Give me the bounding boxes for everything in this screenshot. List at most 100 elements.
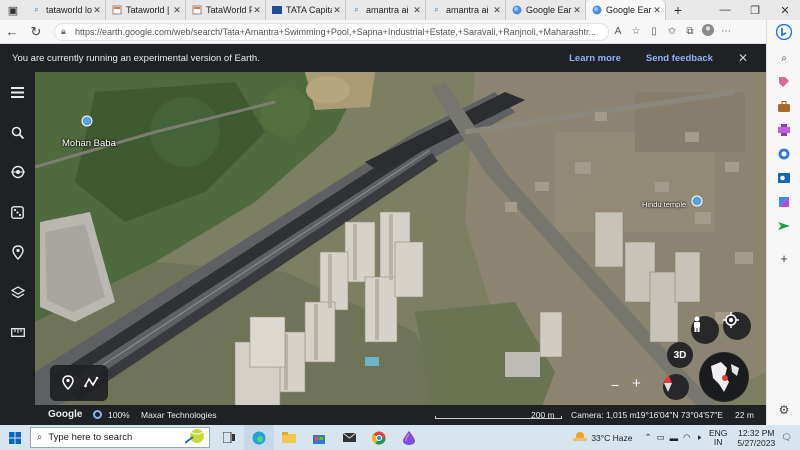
lock-icon[interactable]: 🔒︎: [61, 26, 75, 37]
place-label-mohan-baba[interactable]: Mohan Baba: [62, 138, 116, 149]
outlook-icon[interactable]: [774, 170, 794, 186]
tab-title: Tataworld |: [126, 5, 170, 15]
voyager-icon[interactable]: [0, 160, 35, 184]
clock[interactable]: 12:32 PM 5/27/2023: [737, 428, 775, 448]
tab-actions-button[interactable]: ▣: [0, 0, 26, 20]
close-icon[interactable]: ✕: [652, 5, 662, 16]
close-icon[interactable]: ✕: [252, 5, 262, 16]
file-explorer-icon[interactable]: [274, 425, 304, 450]
profile-avatar[interactable]: [699, 24, 717, 39]
language-indicator[interactable]: ENG IN: [709, 428, 727, 447]
weather-icon[interactable]: [573, 430, 588, 445]
close-icon[interactable]: ✕: [332, 5, 342, 16]
close-icon[interactable]: ✕: [92, 5, 102, 16]
ruler-icon[interactable]: [0, 320, 35, 344]
close-icon[interactable]: ✕: [572, 5, 582, 16]
favorite-icon[interactable]: ☆: [627, 26, 645, 37]
refresh-button[interactable]: ↻: [24, 24, 48, 40]
learn-more-link[interactable]: Learn more: [569, 53, 621, 64]
taskbar-search[interactable]: ⌕ Type here to search: [30, 427, 210, 448]
tab-2[interactable]: Tataworld | ✕: [106, 0, 186, 20]
zoom-out-button[interactable]: −: [611, 377, 619, 393]
compass-icon[interactable]: [663, 374, 689, 400]
battery-icon[interactable]: ▬: [670, 433, 679, 443]
imagery-attribution[interactable]: Maxar Technologies: [141, 410, 216, 420]
page-icon: [191, 5, 202, 16]
close-banner-icon[interactable]: ✕: [738, 51, 748, 65]
my-location-button[interactable]: [723, 312, 751, 340]
weather-text[interactable]: 33°C Haze: [591, 433, 632, 443]
satellite-imagery[interactable]: [35, 72, 766, 425]
task-view-icon[interactable]: [214, 425, 244, 450]
chevron-up-icon[interactable]: ⌃: [645, 432, 652, 443]
tab-4[interactable]: TATA Capita ✕: [266, 0, 346, 20]
start-button[interactable]: [0, 425, 30, 450]
url-field[interactable]: 🔒︎ https://earth.google.com/web/search/T…: [54, 22, 609, 41]
chrome-icon[interactable]: [364, 425, 394, 450]
new-tab-button[interactable]: +: [666, 2, 690, 18]
place-pin-icon[interactable]: [62, 375, 74, 393]
search-icon[interactable]: ⌕: [774, 50, 794, 66]
tab-7[interactable]: Google Ear ✕: [506, 0, 586, 20]
coordinates: 19°16'04"N 73°04'57"E: [636, 410, 723, 420]
pegman-button[interactable]: [691, 316, 719, 344]
tag-icon[interactable]: [774, 74, 794, 90]
bing-icon[interactable]: [774, 24, 794, 40]
map-tools-panel: [50, 365, 108, 401]
search-icon[interactable]: [0, 120, 35, 144]
wifi-icon[interactable]: ◠: [683, 432, 690, 443]
send-icon[interactable]: [774, 218, 794, 234]
address-bar-row: ← ↻ 🔒︎ https://earth.google.com/web/sear…: [0, 20, 800, 44]
paint-drop-icon[interactable]: [394, 425, 424, 450]
settings-icon[interactable]: ⚙: [774, 402, 794, 418]
banner-text: You are currently running an experimenta…: [12, 52, 260, 64]
mail-icon[interactable]: [334, 425, 364, 450]
close-icon[interactable]: ✕: [492, 5, 502, 16]
briefcase-icon[interactable]: [774, 98, 794, 114]
games-icon[interactable]: [774, 122, 794, 138]
send-feedback-link[interactable]: Send feedback: [646, 53, 713, 64]
office-icon[interactable]: [774, 146, 794, 162]
tab-5[interactable]: ⌕ amantra ai ✕: [346, 0, 426, 20]
store-icon[interactable]: [304, 425, 334, 450]
close-icon[interactable]: ✕: [172, 5, 182, 16]
tab-3[interactable]: TataWorld F ✕: [186, 0, 266, 20]
edge-sidebar: ⌕ + ⚙: [766, 20, 800, 425]
zoom-in-button[interactable]: +: [632, 375, 641, 392]
search-icon: ⌕: [34, 5, 39, 14]
close-window-button[interactable]: ✕: [770, 4, 800, 17]
more-icon[interactable]: ⋯: [717, 26, 735, 37]
designer-icon[interactable]: [774, 194, 794, 210]
back-button[interactable]: ←: [0, 24, 24, 39]
dice-icon[interactable]: [0, 200, 35, 224]
minimize-button[interactable]: —: [710, 4, 740, 16]
globe-minimap[interactable]: [699, 352, 749, 402]
favorites-icon[interactable]: ✩: [663, 26, 681, 37]
pin-icon[interactable]: [0, 240, 35, 264]
search-icon: ⌕: [434, 5, 439, 14]
add-icon[interactable]: +: [774, 250, 794, 266]
tab-8-active[interactable]: Google Ear ✕: [586, 0, 666, 20]
close-icon[interactable]: ✕: [412, 5, 422, 16]
satellite-map[interactable]: Mohan Baba Hindu temple 3D − +: [35, 72, 766, 425]
layers-icon[interactable]: [0, 280, 35, 304]
collections-icon[interactable]: ⧉: [681, 26, 699, 37]
draw-path-icon[interactable]: [84, 376, 100, 391]
network-icon[interactable]: ▭: [657, 432, 665, 443]
place-label-hindu-temple[interactable]: Hindu temple: [642, 200, 686, 209]
toggle-3d-button[interactable]: 3D: [667, 342, 693, 368]
earth-left-rail: [0, 72, 35, 425]
tab-title: tataworld lo: [46, 5, 92, 15]
taskbar-search-placeholder[interactable]: Type here to search: [48, 432, 185, 443]
url-text[interactable]: https://earth.google.com/web/search/Tata…: [75, 27, 602, 37]
split-screen-icon[interactable]: ▯: [645, 26, 663, 37]
read-aloud-icon[interactable]: A: [609, 26, 627, 37]
edge-taskbar-icon[interactable]: [244, 425, 274, 450]
maximize-button[interactable]: ❐: [740, 4, 770, 17]
volume-icon[interactable]: 🕨︎: [696, 432, 701, 443]
tab-6[interactable]: ⌕ amantra ai ✕: [426, 0, 506, 20]
tennis-ball-icon: [184, 428, 205, 447]
notification-icon[interactable]: 🗨︎: [781, 432, 792, 443]
menu-icon[interactable]: [0, 80, 35, 104]
tab-1[interactable]: ⌕ tataworld lo ✕: [26, 0, 106, 20]
